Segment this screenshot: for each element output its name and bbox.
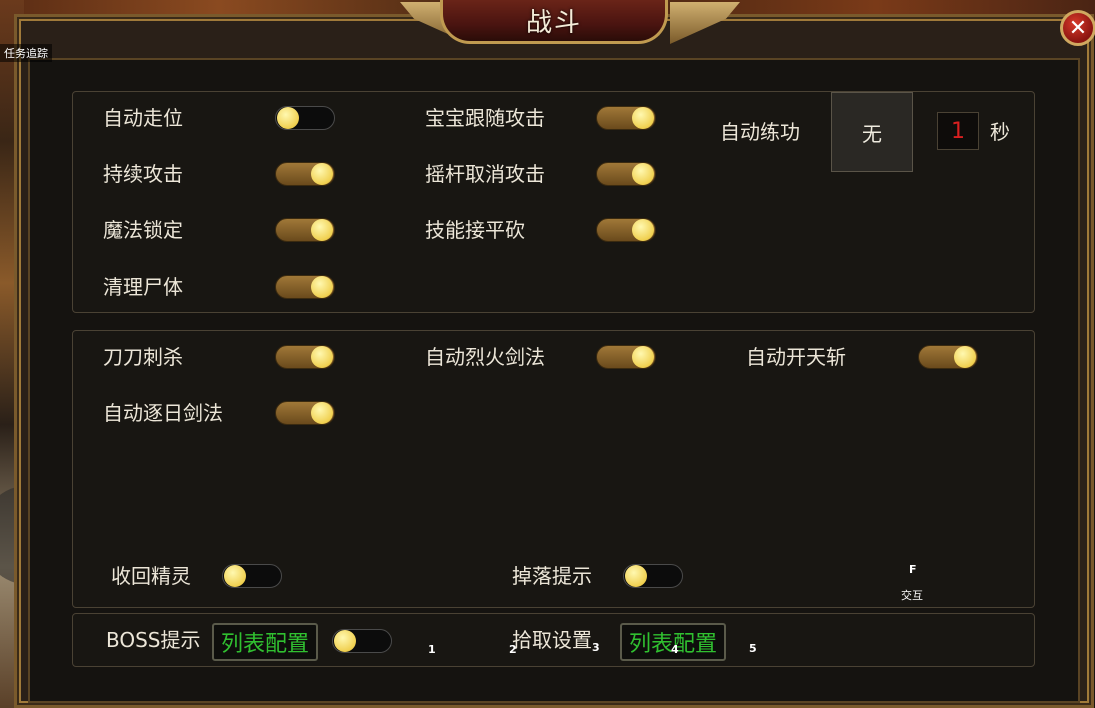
toggle-knob [632, 346, 654, 368]
skill-chain-toggle[interactable] [596, 218, 656, 242]
pet-follow-attack-toggle[interactable] [596, 106, 656, 130]
hotkey-3[interactable]: 3 [592, 641, 600, 654]
toggle-knob [224, 565, 246, 587]
toggle-knob [311, 219, 333, 241]
toggle-knob [311, 346, 333, 368]
continuous-attack-toggle[interactable] [275, 162, 335, 186]
toggle-knob [632, 219, 654, 241]
hotkey-1[interactable]: 1 [428, 643, 436, 656]
boss-list-config-button[interactable]: 列表配置 [212, 623, 318, 661]
toggle-label: 自动烈火剑法 [425, 345, 545, 369]
toggle-knob [632, 163, 654, 185]
toggle-label: 清理尸体 [103, 275, 183, 299]
toggle-knob [311, 276, 333, 298]
close-button[interactable]: ✕ [1060, 10, 1095, 46]
toggle-label: 自动逐日剑法 [103, 401, 223, 425]
toggle-label: 自动开天斩 [746, 345, 846, 369]
boss-notice-label: BOSS提示 [106, 628, 201, 652]
toggle-label: 持续攻击 [103, 162, 183, 186]
auto-practice-seconds-value: 1 [951, 118, 965, 144]
task-tracker-label[interactable]: 任务追踪 [0, 44, 52, 62]
auto-sky-slash-toggle[interactable] [918, 345, 978, 369]
toggle-knob [334, 630, 356, 652]
interact-key-label: F [909, 563, 917, 576]
drop-notice-toggle[interactable] [623, 564, 683, 588]
toggle-label: 技能接平砍 [425, 218, 525, 242]
hotkey-4[interactable]: 4 [671, 643, 679, 656]
toggle-knob [277, 107, 299, 129]
recall-spirit-toggle[interactable] [222, 564, 282, 588]
toggle-knob [311, 402, 333, 424]
window-title: 战斗 [525, 8, 582, 38]
auto-practice-skill: 无 [862, 121, 882, 146]
auto-practice-skill-slot[interactable]: 无 [831, 92, 913, 172]
auto-flame-sword-toggle[interactable] [596, 345, 656, 369]
auto-practice-label: 自动练功 [720, 120, 800, 144]
toggle-label: 宝宝跟随攻击 [425, 106, 545, 130]
hotkey-5[interactable]: 5 [749, 642, 757, 655]
toggle-knob [632, 107, 654, 129]
toggle-knob [625, 565, 647, 587]
close-icon: ✕ [1068, 15, 1088, 41]
toggle-label: 刀刀刺杀 [103, 345, 183, 369]
seconds-unit-label: 秒 [990, 120, 1010, 144]
boss-notice-toggle[interactable] [332, 629, 392, 653]
every-hit-assassinate-toggle[interactable] [275, 345, 335, 369]
toggle-label: 摇杆取消攻击 [425, 162, 545, 186]
clear-corpse-toggle[interactable] [275, 275, 335, 299]
toggle-label: 自动走位 [103, 106, 183, 130]
title-banner: 战斗 [440, 0, 668, 44]
auto-practice-seconds-input[interactable]: 1 [937, 112, 979, 150]
auto-move-toggle[interactable] [275, 106, 335, 130]
boss-config-label: 列表配置 [220, 632, 309, 657]
hotkey-2[interactable]: 2 [509, 643, 517, 656]
interact-label[interactable]: 交互 [901, 587, 923, 603]
toggle-knob [311, 163, 333, 185]
joystick-cancel-attack-toggle[interactable] [596, 162, 656, 186]
toggle-label: 魔法锁定 [103, 218, 183, 242]
toggle-label: 掉落提示 [512, 564, 592, 588]
pickup-settings-label: 拾取设置 [512, 628, 592, 652]
magic-lock-toggle[interactable] [275, 218, 335, 242]
toggle-knob [954, 346, 976, 368]
auto-sun-chase-sword-toggle[interactable] [275, 401, 335, 425]
toggle-label: 收回精灵 [111, 564, 191, 588]
